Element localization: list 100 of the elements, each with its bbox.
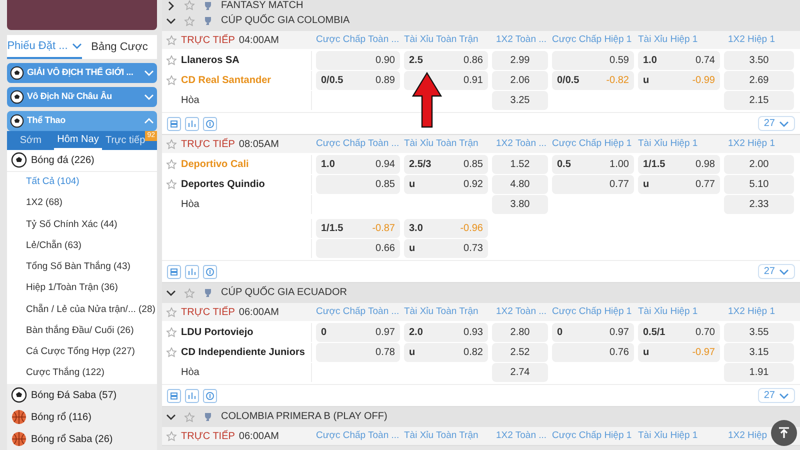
odds-cell[interactable]: 2.5 0.86: [404, 51, 488, 70]
odds-cell[interactable]: 0.78: [316, 343, 400, 362]
odds-value: -0.82: [606, 74, 629, 88]
odds-value: 2.69: [749, 74, 769, 88]
odds-cell[interactable]: 3.50: [724, 51, 794, 70]
column-header: Tài Xỉu Hiệp 1: [638, 304, 698, 319]
odds-cell[interactable]: 5.10: [724, 175, 794, 194]
odds-value: 3.25: [510, 94, 530, 108]
team-name: CD Real Santander: [181, 74, 272, 88]
odds-cell[interactable]: 0.90: [316, 51, 400, 70]
odds-value: 0.86: [464, 54, 483, 68]
tab[interactable]: Phiếu Đặt ...: [7, 34, 82, 59]
menu-item[interactable]: Lẻ/Chẵn (63): [7, 235, 157, 257]
chevron-down-icon: [779, 266, 789, 276]
odds-cell[interactable]: 0.85: [316, 175, 400, 194]
soccer-ball-icon: [10, 90, 24, 104]
list-icon: [167, 388, 181, 402]
menu-item[interactable]: Cá Cược Tổng Hợp (227): [7, 342, 157, 363]
column-header: Cược Chấp Toàn ...: [316, 136, 400, 151]
odds-cell[interactable]: 2.99: [492, 51, 548, 70]
team-name: LDU Portoviejo: [181, 326, 254, 340]
column-header: 1X2 Toàn ...: [496, 304, 547, 319]
odds-cell[interactable]: u 0.77: [638, 175, 720, 194]
star-icon: [166, 159, 177, 170]
odds-cell[interactable]: 2.74: [492, 363, 548, 382]
odds-cell[interactable]: 2.5/3 0.85: [404, 155, 488, 174]
odds-cell[interactable]: 1/1.5 -0.87: [316, 219, 400, 238]
menu-item[interactable]: 1X2 (68): [7, 192, 157, 214]
sport-item[interactable]: Bóng rổ (116): [7, 406, 157, 428]
odds-cell[interactable]: 3.80: [492, 195, 548, 214]
menu-item[interactable]: Bàn thắng Đầu/ Cuối (26): [7, 320, 157, 342]
star-icon: [184, 412, 195, 422]
odds-cell[interactable]: 0/0.5 0.89: [316, 71, 400, 90]
column-header: Cược Chấp Hiệp 1: [552, 32, 632, 47]
odds-value: 0.76: [610, 346, 629, 360]
odds-cell[interactable]: 0/0.5 -0.82: [552, 71, 634, 90]
chevron-down-icon: [166, 412, 176, 422]
odds-cell[interactable]: 2.33: [724, 195, 794, 214]
odds-cell[interactable]: u 0.82: [404, 343, 488, 362]
odds-cell[interactable]: 2.69: [724, 71, 794, 90]
tab[interactable]: Bảng Cược: [82, 34, 157, 59]
odds-cell[interactable]: 0.59: [552, 51, 634, 70]
sport-item[interactable]: Bóng rổ Saba (26): [7, 428, 157, 450]
odds-value: 0.73: [464, 242, 483, 256]
odds-cell[interactable]: u 0.73: [404, 239, 488, 258]
list-icon: [167, 264, 181, 278]
odds-cell[interactable]: 1.91: [724, 363, 794, 382]
odds-cell[interactable]: 3.15: [724, 343, 794, 362]
arrow-drawing: [412, 72, 442, 128]
column-header: 1X2 Hiệp: [728, 428, 768, 443]
draw-label: Hòa: [180, 366, 200, 380]
column-header: Tài Xỉu Toàn Trận: [404, 136, 478, 151]
odds-cell[interactable]: 0 0.97: [552, 323, 634, 342]
odds-value: 0.91: [464, 74, 483, 88]
chevron-down-icon: [779, 390, 789, 400]
menu-item[interactable]: Tỷ Số Chính Xác (44): [7, 214, 157, 236]
odds-cell[interactable]: 0.76: [552, 343, 634, 362]
odds-cell[interactable]: 2.0 0.93: [404, 323, 488, 342]
basketball-icon: [11, 409, 27, 426]
column-header: 1X2 Hiệp 1: [728, 304, 776, 319]
menu-item[interactable]: Tất Cả (104): [7, 172, 157, 193]
draw-label: Hòa: [180, 94, 200, 108]
sport-item[interactable]: Bóng Đá Saba (57): [7, 384, 157, 406]
list-icon: [167, 116, 181, 130]
team-name: Deportivo Cali: [181, 158, 249, 172]
menu-item[interactable]: Tổng Số Bàn Thắng (43): [7, 256, 157, 278]
odds-cell[interactable]: 1.52: [492, 155, 548, 174]
odds-cell[interactable]: 4.80: [492, 175, 548, 194]
odds-value: 0.90: [376, 54, 395, 68]
odds-cell[interactable]: 2.80: [492, 323, 548, 342]
column-header: 1X2 Toàn ...: [496, 136, 547, 151]
star-icon: [184, 0, 195, 11]
odds-cell[interactable]: 0 0.97: [316, 323, 400, 342]
menu-item[interactable]: Cược Thắng (122): [7, 362, 157, 384]
odds-cell[interactable]: u -0.97: [638, 343, 720, 362]
odds-cell[interactable]: 3.25: [492, 91, 548, 110]
odds-cell[interactable]: 2.15: [724, 91, 794, 110]
odds-cell[interactable]: 0.66: [316, 239, 400, 258]
odds-value: 0.85: [376, 178, 395, 192]
odds-cell[interactable]: 0.5 1.00: [552, 155, 634, 174]
odds-cell[interactable]: 2.06: [492, 71, 548, 90]
menu-item[interactable]: Chẵn / Lẻ của Nửa trận/... (28): [7, 299, 157, 320]
odds-cell[interactable]: 3.55: [724, 323, 794, 342]
odds-cell[interactable]: 0.77: [552, 175, 634, 194]
odds-cell[interactable]: 0.5/1 0.70: [638, 323, 720, 342]
odds-cell[interactable]: u 0.92: [404, 175, 488, 194]
odds-cell[interactable]: 2.52: [492, 343, 548, 362]
column-header: 1X2 Hiệp 1: [728, 136, 776, 151]
odds-cell[interactable]: 1.0 0.74: [638, 51, 720, 70]
menu-item[interactable]: Hiệp 1/Toàn Trận (36): [7, 278, 157, 300]
chevron-down-icon: [166, 16, 176, 26]
draw-label: Hòa: [180, 198, 200, 212]
odds-cell[interactable]: u -0.99: [638, 71, 720, 90]
odds-cell[interactable]: 3.0 -0.96: [404, 219, 488, 238]
sport-item[interactable]: Bóng đá (226): [7, 150, 157, 172]
column-header: Tài Xỉu Hiệp 1: [638, 428, 698, 443]
odds-cell[interactable]: 1/1.5 0.98: [638, 155, 720, 174]
odds-cell[interactable]: 2.00: [724, 155, 794, 174]
column-header: Tài Xỉu Hiệp 1: [638, 32, 698, 47]
odds-cell[interactable]: 1.0 0.94: [316, 155, 400, 174]
